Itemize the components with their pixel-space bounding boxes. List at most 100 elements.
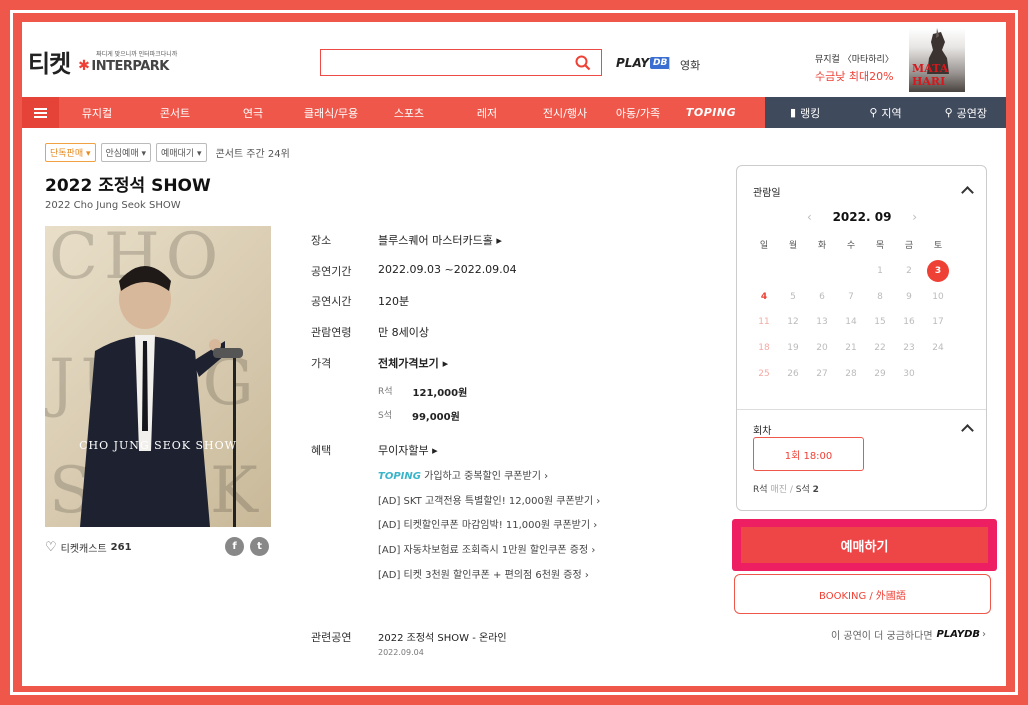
related-show-link[interactable]: 2022 조정석 SHOW - 온라인: [378, 629, 507, 644]
brand-logo[interactable]: 티켓 짜디게 맞으니까 인터파크다니까 ✱ INTERPARK: [28, 44, 177, 79]
booking-panel: 관람일 ‹ 2022. 09 › 일 월 화 수 목 금 토 1 2 3 4 5 6 7 8 9 10 11 12 1…: [736, 165, 987, 511]
show-title: 2022 조정석 SHOW: [45, 176, 211, 196]
calendar-day: 27: [816, 368, 828, 379]
facebook-icon[interactable]: f: [225, 537, 244, 556]
search-input[interactable]: [327, 53, 567, 72]
calendar-day: 6: [819, 291, 825, 302]
ticketcast-count: 261: [110, 542, 132, 553]
nav-region[interactable]: ⚲ 지역: [845, 97, 925, 128]
venue-label: 장소: [311, 234, 332, 247]
weekday-label: 토: [933, 241, 943, 251]
benefit-ad-insurance[interactable]: [AD] 자동차보험료 조회즉시 1만원 할인쿠폰 증정 ›: [378, 541, 595, 556]
benefit-ad-skt[interactable]: [AD] SKT 고객전용 특별할인! 12,000원 쿠폰받기 ›: [378, 492, 600, 507]
ticketcast-label: 티켓캐스트: [60, 544, 107, 555]
benefit-ad-coupon[interactable]: [AD] 티켓할인쿠폰 마감임박! 11,000원 쿠폰받기 ›: [378, 516, 597, 531]
chevron-up-icon[interactable]: [961, 424, 974, 437]
nav-venue[interactable]: ⚲ 공연장: [926, 97, 1006, 128]
period-label: 공연기간: [311, 265, 352, 278]
safe-booking-tag[interactable]: 안심예매 ▾: [100, 143, 151, 162]
chevron-up-icon[interactable]: [961, 186, 974, 199]
nav-leisure[interactable]: 레저: [447, 97, 527, 128]
menu-button[interactable]: [22, 97, 59, 128]
social-share: f t: [225, 537, 269, 556]
age-label: 관람연령: [311, 326, 352, 339]
venue-value: 블루스퀘어 마스터카드홀: [378, 234, 493, 247]
next-month-icon[interactable]: ›: [912, 210, 917, 224]
promo-image-title: MATA HARI: [912, 62, 949, 88]
benefit-text: [AD] SKT 고객전용 특별할인! 12,000원 쿠폰받기: [378, 496, 594, 507]
nav-kids[interactable]: 아동/가족: [603, 97, 673, 128]
nav-exhibition[interactable]: 전시/행사: [527, 97, 603, 128]
benefit-installment[interactable]: 무이자할부 ▸: [378, 442, 438, 458]
calendar-day: 21: [845, 343, 857, 354]
poster-caption: CHO JUNG SEOK SHOW: [79, 439, 237, 452]
nav-sports[interactable]: 스포츠: [371, 97, 447, 128]
prev-month-icon[interactable]: ‹: [807, 210, 812, 224]
brand-ticket: 티켓: [28, 50, 71, 78]
more-brand: PLAYDB: [936, 629, 980, 640]
price-all-link[interactable]: 전체가격보기 ▸: [378, 355, 448, 371]
promo-banner[interactable]: 뮤지컬 〈마타하리〉 수금낮 최대20%: [815, 52, 894, 84]
nav-toping[interactable]: TOPING: [673, 97, 749, 128]
show-title-en: 2022 Cho Jung Seok SHOW: [45, 200, 181, 211]
period-value: 2022.09.03 ~2022.09.04: [378, 263, 517, 276]
weekday-label: 월: [788, 241, 798, 251]
show-poster[interactable]: CHO JUNG SEOK CHO JUNG SEOK SHOW: [45, 226, 271, 527]
calendar-day: 29: [874, 368, 886, 379]
playdb-more-link[interactable]: 이 공연이 더 궁금하다면 PLAYDB ›: [831, 627, 986, 642]
nav-ranking-label: 랭킹: [800, 106, 821, 120]
nav-concert[interactable]: 콘서트: [135, 97, 215, 128]
movie-link[interactable]: 영화: [680, 57, 700, 73]
foreign-booking-button[interactable]: BOOKING / 外國語: [734, 574, 991, 614]
playdb-link[interactable]: PLAY DB: [616, 56, 671, 70]
calendar-day: 16: [903, 317, 915, 328]
book-button[interactable]: 예매하기: [732, 519, 997, 571]
calendar-day: 5: [790, 291, 796, 302]
nav-venue-label: 공연장: [956, 106, 988, 120]
round-button[interactable]: 1회 18:00: [753, 437, 864, 471]
heart-icon: ♡: [45, 540, 57, 555]
waiting-tag[interactable]: 예매대기 ▾: [156, 143, 207, 162]
calendar-day: 15: [874, 317, 886, 328]
calendar-day[interactable]: 4: [753, 286, 775, 308]
age-value: 만 8세이상: [378, 326, 429, 339]
search-box[interactable]: [320, 49, 602, 76]
price-amount: 99,000원: [412, 412, 460, 423]
panel-divider: [737, 409, 986, 410]
price-amount: 121,000원: [412, 388, 468, 399]
search-icon[interactable]: [575, 55, 591, 71]
seat-status: R석 매진 / S석 2: [753, 482, 819, 495]
promo-line2: 수금낮 최대20%: [815, 70, 894, 83]
calendar-day: 11: [758, 317, 770, 328]
seat-r-label: R석: [753, 485, 768, 495]
nav-play[interactable]: 연극: [215, 97, 291, 128]
seat-s-count: 2: [812, 485, 819, 495]
calendar-day: 23: [903, 343, 915, 354]
calendar-day: 13: [816, 317, 828, 328]
calendar-day: 1: [877, 266, 883, 276]
benefit-ad-convenience[interactable]: [AD] 티켓 3천원 할인쿠폰 + 편의점 6천원 증정 ›: [378, 566, 589, 581]
promo-image[interactable]: MATA HARI: [909, 28, 965, 92]
venue-link[interactable]: 블루스퀘어 마스터카드홀 ▸: [378, 232, 502, 248]
location-pin-icon: ⚲: [869, 106, 878, 119]
price-grade: S석: [378, 411, 392, 421]
playdb-play: PLAY: [616, 56, 650, 70]
benefit-text: 무이자할부: [378, 444, 429, 457]
calendar-day: 10: [932, 291, 944, 302]
nav-ranking[interactable]: ▮ 랭킹: [765, 97, 845, 128]
ticketcast[interactable]: ♡ 티켓캐스트 261: [45, 540, 132, 555]
nav-classic[interactable]: 클래식/무용: [291, 97, 371, 128]
brand-name: INTERPARK: [91, 58, 169, 74]
benefit-toping[interactable]: TOPING 가입하고 중복할인 쿠폰받기 ›: [378, 467, 548, 482]
twitter-icon[interactable]: t: [250, 537, 269, 556]
calendar-day: 9: [906, 291, 912, 302]
calendar-day: 28: [845, 368, 857, 379]
calendar-day: 17: [932, 317, 944, 328]
date-header: 관람일: [753, 188, 781, 199]
calendar-day[interactable]: 3: [927, 260, 949, 282]
nav-musical[interactable]: 뮤지컬: [59, 97, 135, 128]
runtime-value: 120분: [378, 295, 410, 308]
exclusive-tag[interactable]: 단독판매 ▾: [45, 143, 96, 162]
benefit-text: [AD] 티켓 3천원 할인쿠폰 + 편의점 6천원 증정: [378, 570, 582, 581]
related-label: 관련공연: [311, 631, 352, 644]
